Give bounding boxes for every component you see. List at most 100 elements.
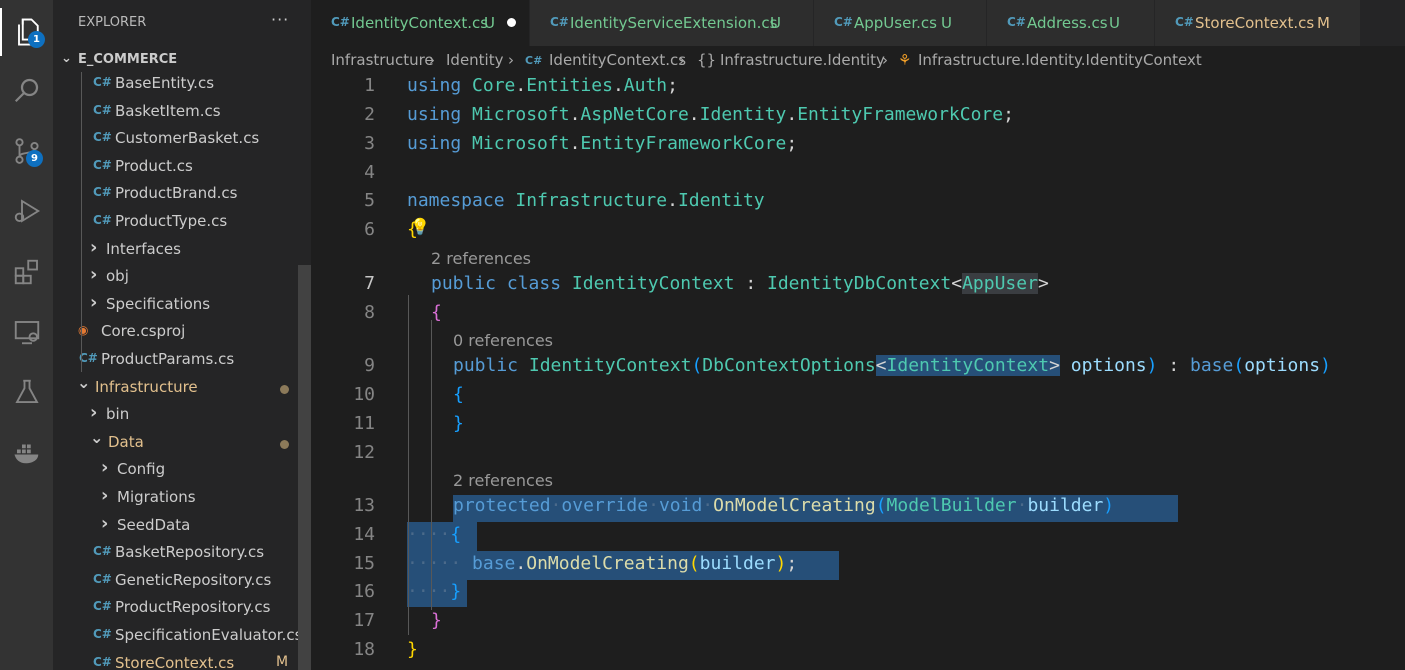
line-number[interactable]: 3 (311, 133, 375, 154)
tree-item-label: CustomerBasket.cs (115, 129, 260, 147)
code-line-3: using Microsoft.EntityFrameworkCore; (407, 133, 798, 154)
tree-item[interactable]: C# ProductBrand.cs (53, 181, 311, 208)
remote-explorer-icon (14, 321, 39, 345)
tree-item[interactable]: C# BaseEntity.cs (53, 71, 311, 98)
code-lens-references[interactable]: 0 references (453, 331, 553, 350)
tab-identitycontext[interactable]: C# IdentityContext.cs U (311, 0, 530, 46)
breadcrumb-item[interactable]: IdentityContext.cs (549, 51, 686, 69)
code-editor[interactable]: 1 2 3 4 5 6 7 8 9 10 11 12 13 14 15 16 17 18 using Core.E… (311, 74, 1405, 670)
tree-item[interactable]: C# ProductParams.cs (53, 347, 311, 374)
line-number[interactable]: 18 (311, 639, 375, 660)
tree-item-label: SpecificationEvaluator.cs (115, 626, 303, 644)
csharp-file-icon: C# (93, 185, 112, 199)
explorer-sidebar: EXPLORER ··· ⌄ E_COMMERCE C# BaseEntity.c… (53, 0, 311, 670)
flask-icon (14, 379, 39, 403)
tree-item-label: Interfaces (106, 240, 181, 258)
line-number[interactable]: 4 (311, 162, 375, 183)
tree-item[interactable]: C# GeneticRepository.cs (53, 568, 311, 595)
remote-explorer-button[interactable] (0, 308, 53, 356)
line-number[interactable]: 8 (311, 302, 375, 323)
line-number[interactable]: 17 (311, 610, 375, 631)
tab-address[interactable]: C# Address.cs U (987, 0, 1155, 46)
line-number[interactable]: 7 (311, 273, 375, 294)
tree-item[interactable]: › Config (53, 457, 311, 484)
tree-item-label: ProductRepository.cs (115, 598, 271, 616)
chevron-right-icon: › (101, 457, 109, 478)
csharp-file-icon: C# (1175, 15, 1194, 29)
line-number[interactable]: 2 (311, 104, 375, 125)
explorer-title: EXPLORER (78, 15, 147, 30)
code-lens-references[interactable]: 2 references (453, 471, 553, 490)
tree-item-label: BaseEntity.cs (115, 74, 215, 92)
tree-item-label: ProductType.cs (115, 212, 228, 230)
search-icon (14, 78, 38, 103)
code-lens-references[interactable]: 2 references (431, 249, 531, 268)
tree-item[interactable]: C# ProductRepository.cs (53, 595, 311, 622)
tab-storecontext[interactable]: C# StoreContext.cs M (1155, 0, 1361, 46)
tab-identityserviceextension[interactable]: C# IdentityServiceExtension.cs U (530, 0, 814, 46)
tree-item[interactable]: ◉ Core.csproj (53, 319, 311, 346)
line-number[interactable]: 16 (311, 581, 375, 602)
editor-tabs: C# IdentityContext.cs U C# IdentityServi… (311, 0, 1405, 46)
sidebar-scrollbar[interactable] (298, 265, 311, 670)
source-control-button[interactable]: 9 (0, 127, 53, 175)
tree-item-label: Product.cs (115, 157, 193, 175)
workspace-section-header[interactable]: ⌄ E_COMMERCE (53, 48, 311, 73)
testing-button[interactable] (0, 368, 53, 416)
tree-item[interactable]: ⌄ Data (53, 428, 311, 457)
csharp-file-icon: C# (93, 130, 112, 144)
chevron-down-icon: ⌄ (61, 51, 72, 66)
tab-label: IdentityContext.cs (351, 14, 489, 32)
lightbulb-icon[interactable]: 💡 (410, 217, 430, 236)
extensions-button[interactable] (0, 248, 53, 296)
tree-item[interactable]: C# StoreContext.cs M (53, 651, 311, 670)
tree-item-label: GeneticRepository.cs (115, 571, 272, 589)
line-number[interactable]: 5 (311, 190, 375, 211)
tree-item-label: Infrastructure (95, 378, 198, 396)
line-number[interactable]: 10 (311, 384, 375, 405)
tree-item[interactable]: C# CustomerBasket.cs (53, 126, 311, 153)
tree-item[interactable]: › SeedData (53, 513, 311, 540)
tree-item[interactable]: ⌄ Infrastructure (53, 373, 311, 402)
project-file-icon: ◉ (78, 323, 89, 337)
modified-dot-icon (280, 385, 289, 394)
line-number[interactable]: 9 (311, 355, 375, 376)
run-debug-button[interactable] (0, 187, 53, 235)
tab-appuser[interactable]: C# AppUser.cs U (814, 0, 987, 46)
tree-item[interactable]: C# Product.cs (53, 154, 311, 181)
tree-item[interactable]: C# ProductType.cs (53, 209, 311, 236)
tree-item[interactable]: › bin (53, 402, 311, 429)
csharp-file-icon: C# (93, 599, 112, 613)
tree-item[interactable]: › Interfaces (53, 237, 311, 264)
line-number[interactable]: 1 (311, 75, 375, 96)
explorer-button[interactable]: 1 (0, 8, 55, 56)
tree-item[interactable]: › Migrations (53, 485, 311, 512)
breadcrumb-item[interactable]: Infrastructure (331, 51, 434, 69)
breadcrumb-item[interactable]: Infrastructure.Identity.IdentityContext (918, 51, 1202, 69)
tree-item-label: Specifications (106, 295, 211, 313)
workspace-name: E_COMMERCE (78, 52, 178, 67)
line-number[interactable]: 11 (311, 413, 375, 434)
search-button[interactable] (0, 66, 53, 114)
breadcrumb-item[interactable]: Infrastructure.Identity (720, 51, 885, 69)
tree-item[interactable]: › Specifications (53, 292, 311, 319)
indent-guide (81, 72, 82, 372)
more-actions-button[interactable]: ··· (271, 10, 289, 29)
line-number[interactable]: 14 (311, 524, 375, 545)
tree-item[interactable]: C# SpecificationEvaluator.cs (53, 623, 311, 650)
csharp-file-icon: C# (93, 544, 112, 558)
tree-item[interactable]: › obj (53, 264, 311, 291)
unsaved-dot-icon[interactable] (507, 18, 516, 27)
docker-button[interactable] (0, 428, 53, 476)
line-number[interactable]: 6 (311, 219, 375, 240)
code-line-14: ····{ (407, 524, 462, 545)
line-number[interactable]: 15 (311, 553, 375, 574)
tree-item[interactable]: C# BasketRepository.cs (53, 540, 311, 567)
line-number[interactable]: 13 (311, 495, 375, 516)
tree-item[interactable]: C# BasketItem.cs (53, 99, 311, 126)
breadcrumb-item[interactable]: Identity (446, 51, 504, 69)
class-icon: ⚘ (898, 51, 912, 69)
chevron-right-icon: › (679, 51, 685, 69)
line-number[interactable]: 12 (311, 442, 375, 463)
code-line-11: } (453, 413, 464, 434)
